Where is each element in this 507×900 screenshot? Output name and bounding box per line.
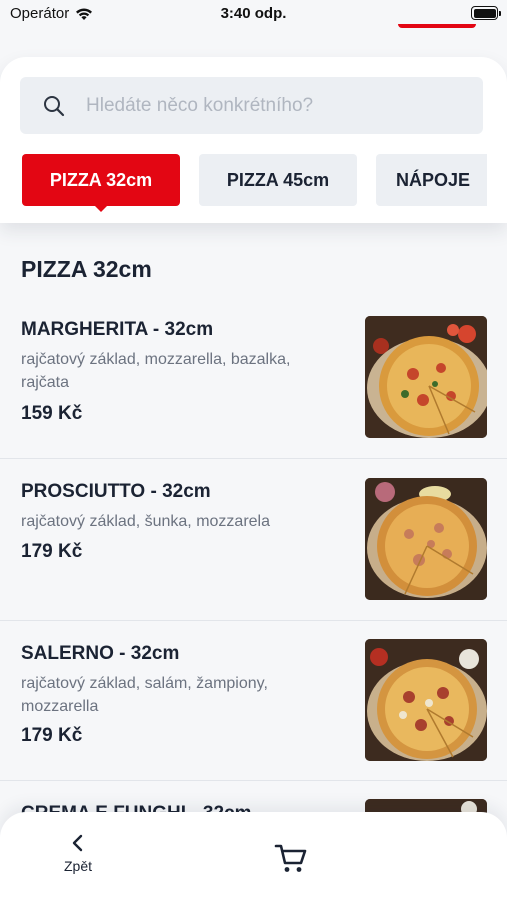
pizza-image[interactable] bbox=[365, 639, 487, 761]
item-name: SALERNO - 32cm bbox=[21, 643, 180, 664]
cart-button[interactable] bbox=[271, 838, 311, 878]
item-description: rajčatový základ, mozzarella, bazalka, r… bbox=[21, 351, 291, 391]
chevron-left-icon bbox=[72, 834, 83, 852]
tab-label: PIZZA 32cm bbox=[49, 169, 153, 190]
item-price: 179 Kč bbox=[21, 725, 83, 746]
cart-icon bbox=[274, 844, 307, 872]
item-price: 179 Kč bbox=[21, 541, 83, 562]
pizza-image[interactable] bbox=[365, 478, 487, 600]
tab-napoje[interactable]: NÁPOJE bbox=[376, 154, 487, 206]
status-time: 3:40 odp. bbox=[220, 5, 287, 22]
tab-label: NÁPOJE bbox=[396, 169, 471, 190]
search-bar[interactable] bbox=[20, 77, 483, 134]
back-label: Zpět bbox=[63, 858, 92, 874]
tab-pizza-32cm[interactable]: PIZZA 32cm bbox=[22, 154, 180, 212]
item-name: PROSCIUTTO - 32cm bbox=[21, 481, 211, 502]
search-icon bbox=[42, 94, 66, 118]
tab-pizza-45cm[interactable]: PIZZA 45cm bbox=[199, 154, 357, 206]
pizza-image[interactable] bbox=[365, 316, 487, 438]
item-name: MARGHERITA - 32cm bbox=[21, 319, 214, 340]
section-title: PIZZA 32cm bbox=[21, 256, 152, 282]
menu-item[interactable]: SALERNO - 32cm rajčatový základ, salám, … bbox=[0, 621, 507, 781]
item-description: rajčatový základ, šunka, mozzarela bbox=[21, 513, 270, 530]
active-tab-indicator bbox=[94, 205, 108, 212]
header-card: PIZZA 32cm PIZZA 45cm NÁPOJE bbox=[0, 57, 507, 223]
tab-label: PIZZA 45cm bbox=[226, 169, 330, 190]
category-tabs: PIZZA 32cm PIZZA 45cm NÁPOJE bbox=[22, 154, 487, 214]
item-description: rajčatový základ, salám, žampiony, mozza… bbox=[21, 675, 268, 715]
back-button[interactable]: Zpět bbox=[52, 832, 104, 884]
item-price: 159 Kč bbox=[21, 403, 83, 424]
bottom-nav: Zpět bbox=[0, 812, 507, 900]
menu-item[interactable]: MARGHERITA - 32cm rajčatový základ, mozz… bbox=[0, 297, 507, 459]
header-accent-bar bbox=[398, 24, 476, 28]
battery-icon bbox=[471, 6, 501, 20]
menu-item[interactable]: PROSCIUTTO - 32cm rajčatový základ, šunk… bbox=[0, 459, 507, 621]
search-input[interactable] bbox=[86, 94, 446, 117]
